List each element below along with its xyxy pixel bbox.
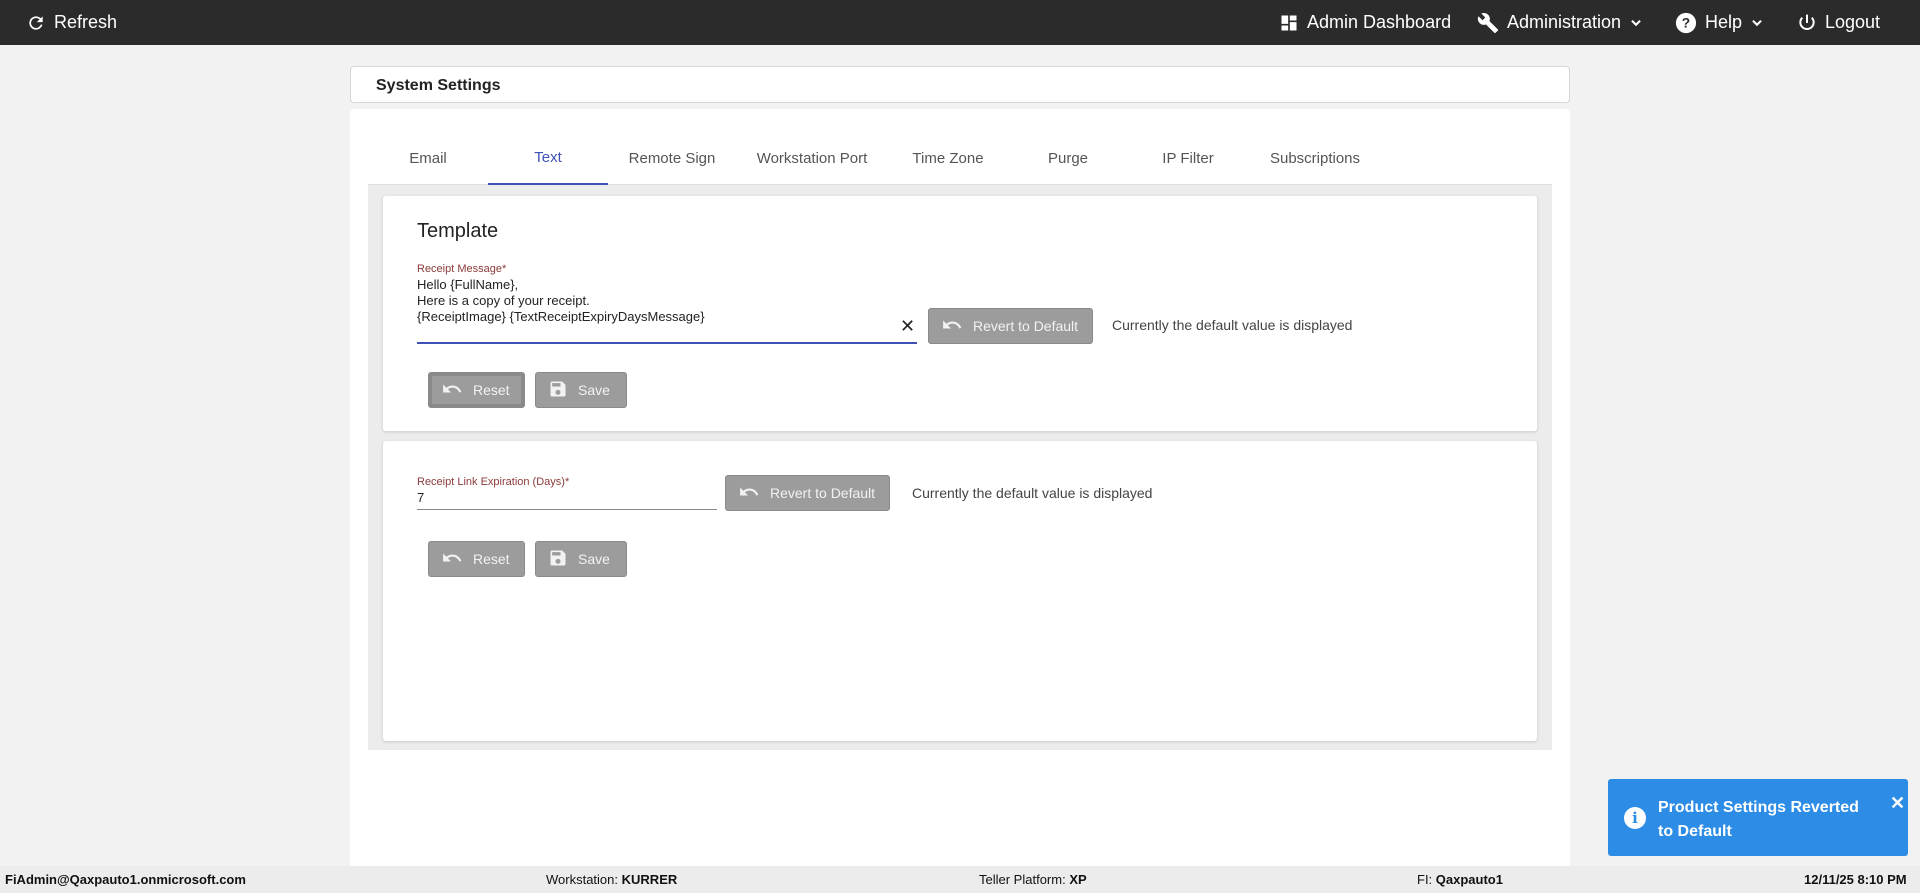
- chevron-down-icon: [1750, 16, 1764, 30]
- footer-fi: FI: Qaxpauto1: [1417, 872, 1503, 887]
- reset-label: Reset: [473, 382, 510, 398]
- receipt-message-line-1: Hello {FullName},: [417, 277, 519, 292]
- refresh-button[interactable]: Refresh: [26, 0, 117, 45]
- settings-tabs: Email Text Remote Sign Workstation Port …: [368, 131, 1552, 185]
- undo-icon: [738, 484, 760, 503]
- help-label: Help: [1705, 12, 1743, 32]
- tab-text[interactable]: Text: [488, 131, 608, 185]
- receipt-message-line-3: {ReceiptImage} {TextReceiptExpiryDaysMes…: [417, 309, 705, 324]
- administration-menu[interactable]: Administration: [1477, 0, 1643, 45]
- fi-value: Qaxpauto1: [1435, 872, 1503, 887]
- card-title: Template: [417, 220, 499, 242]
- undo-icon: [441, 381, 463, 400]
- text-tab-content: Template Receipt Message* Hello {FullNam…: [368, 185, 1552, 750]
- reset-label: Reset: [473, 551, 510, 567]
- expiration-label: Receipt Link Expiration (Days)*: [417, 476, 570, 488]
- save-icon: [548, 548, 568, 571]
- save-icon: [548, 379, 568, 402]
- wrench-icon: [1477, 12, 1499, 34]
- footer-platform: Teller Platform: XP: [979, 872, 1087, 887]
- receipt-message-line-2: Here is a copy of your receipt.: [417, 293, 590, 308]
- workstation-label: Workstation:: [546, 872, 619, 887]
- help-menu[interactable]: ? Help: [1675, 0, 1764, 45]
- dashboard-icon: [1279, 13, 1299, 33]
- default-value-hint: Currently the default value is displayed: [912, 485, 1153, 501]
- top-navbar: Refresh Admin Dashboard Administration ?…: [0, 0, 1920, 45]
- revert-label: Revert to Default: [973, 318, 1079, 334]
- save-label: Save: [578, 551, 610, 567]
- power-icon: [1797, 13, 1817, 33]
- footer-workstation: Workstation: KURRER: [546, 872, 677, 887]
- tab-email[interactable]: Email: [368, 131, 488, 185]
- status-bar: FiAdmin@Qaxpauto1.onmicrosoft.com Workst…: [0, 866, 1920, 893]
- admin-dashboard-link[interactable]: Admin Dashboard: [1279, 0, 1451, 45]
- help-icon: ?: [1675, 12, 1697, 34]
- template-card: Template Receipt Message* Hello {FullNam…: [383, 196, 1537, 431]
- page-title: System Settings: [376, 77, 501, 94]
- tab-time-zone[interactable]: Time Zone: [888, 131, 1008, 185]
- expiration-value: 7: [417, 490, 425, 505]
- reset-button[interactable]: Reset: [428, 372, 525, 408]
- revert-label: Revert to Default: [770, 485, 876, 501]
- logout-button[interactable]: Logout: [1797, 0, 1880, 45]
- platform-value: XP: [1069, 872, 1087, 887]
- field-underline: [417, 509, 717, 510]
- close-icon[interactable]: ✕: [1890, 793, 1905, 814]
- tab-remote-sign[interactable]: Remote Sign: [608, 131, 736, 185]
- logout-label: Logout: [1825, 12, 1881, 32]
- platform-label: Teller Platform:: [979, 872, 1066, 887]
- tab-workstation-port[interactable]: Workstation Port: [736, 131, 888, 185]
- receipt-link-expiration-card: Receipt Link Expiration (Days)* 7 Revert…: [383, 441, 1537, 741]
- save-button[interactable]: Save: [535, 372, 627, 408]
- toast-notification: i Product Settings Reverted to Default ✕: [1608, 779, 1908, 856]
- refresh-label: Refresh: [54, 12, 118, 32]
- settings-panel: Email Text Remote Sign Workstation Port …: [350, 109, 1570, 869]
- save-label: Save: [578, 382, 610, 398]
- undo-icon: [941, 317, 963, 336]
- tab-subscriptions[interactable]: Subscriptions: [1248, 131, 1382, 185]
- tab-purge[interactable]: Purge: [1008, 131, 1128, 185]
- svg-text:?: ?: [1682, 15, 1690, 30]
- footer-datetime: 12/11/25 8:10 PM: [1804, 872, 1907, 887]
- refresh-icon: [26, 13, 46, 33]
- save-button[interactable]: Save: [535, 541, 627, 577]
- info-icon: i: [1624, 807, 1646, 829]
- fi-label: FI:: [1417, 872, 1433, 887]
- reset-button[interactable]: Reset: [428, 541, 525, 577]
- default-value-hint: Currently the default value is displayed: [1112, 317, 1353, 333]
- chevron-down-icon: [1629, 16, 1643, 30]
- revert-to-default-button[interactable]: Revert to Default: [725, 475, 890, 511]
- page-header-card: System Settings: [350, 66, 1570, 103]
- receipt-message-label: Receipt Message*: [417, 263, 507, 275]
- field-underline: [417, 342, 917, 344]
- undo-icon: [441, 550, 463, 569]
- clear-icon[interactable]: ✕: [900, 316, 915, 337]
- revert-to-default-button[interactable]: Revert to Default: [928, 308, 1093, 344]
- administration-label: Administration: [1507, 12, 1622, 32]
- workstation-value: KURRER: [621, 872, 678, 887]
- admin-dashboard-label: Admin Dashboard: [1307, 12, 1452, 32]
- tab-ip-filter[interactable]: IP Filter: [1128, 131, 1248, 185]
- toast-message: Product Settings Reverted to Default: [1658, 799, 1859, 840]
- footer-user: FiAdmin@Qaxpauto1.onmicrosoft.com: [5, 872, 246, 887]
